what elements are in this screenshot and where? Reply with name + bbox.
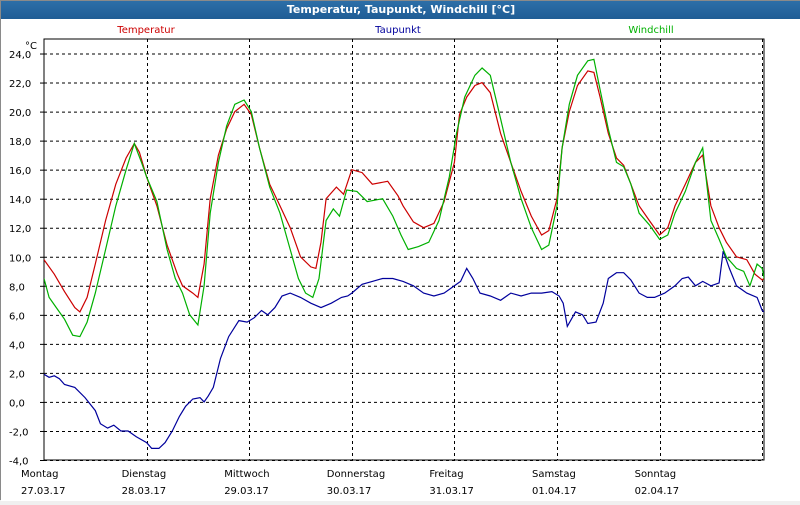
y-tick-label: 20,0: [9, 108, 31, 119]
x-date-label: 01.04.17: [532, 486, 577, 497]
x-date-label: 31.03.17: [429, 486, 474, 497]
legend-entry: Temperatur: [116, 25, 175, 36]
y-tick-label: 4,0: [9, 340, 25, 351]
y-tick-label: 22,0: [9, 79, 31, 90]
x-day-label: Donnerstag: [327, 469, 385, 480]
x-day-label: Dienstag: [122, 469, 167, 480]
y-tick-label: -2,0: [9, 427, 29, 438]
y-tick-label: 18,0: [9, 137, 31, 148]
y-tick-label: 6,0: [9, 311, 25, 322]
y-tick-label: 14,0: [9, 195, 31, 206]
x-date-label: 28.03.17: [122, 486, 167, 497]
x-day-label: Montag: [21, 469, 58, 480]
chart-panel: 24,0 22,0 20,0 18,0 16,0 14,0 12,0 10,0 8,0 6,0 4,…: [1, 19, 800, 501]
x-day-label: Sonntag: [635, 469, 677, 480]
legend-entry: Windchill: [628, 25, 673, 36]
legend-entry: Taupunkt: [374, 25, 421, 36]
x-day-label: Freitag: [429, 469, 463, 480]
y-tick-label: 8,0: [9, 282, 25, 293]
x-day-label: Samstag: [532, 469, 576, 480]
x-date-label: 02.04.17: [635, 486, 680, 497]
x-date-label: 29.03.17: [224, 486, 269, 497]
chart-window: Temperatur, Taupunkt, Windchill [°C] 24,…: [0, 0, 800, 501]
y-tick-label: 16,0: [9, 166, 31, 177]
window-title: Temperatur, Taupunkt, Windchill [°C]: [1, 1, 800, 19]
y-tick-label: 12,0: [9, 224, 31, 235]
y-tick-label: 2,0: [9, 369, 25, 380]
y-tick-label: -4,0: [9, 457, 29, 468]
y-tick-label: 0,0: [9, 398, 25, 409]
x-day-label: Mittwoch: [224, 469, 269, 480]
plot-area: [43, 38, 765, 461]
line-chart: 24,022,020,018,016,014,012,010,08,06,04,…: [9, 25, 765, 497]
y-axis-unit: °C: [25, 41, 37, 52]
x-date-label: 30.03.17: [327, 486, 372, 497]
y-tick-label: 10,0: [9, 253, 31, 264]
x-date-label: 27.03.17: [21, 486, 66, 497]
